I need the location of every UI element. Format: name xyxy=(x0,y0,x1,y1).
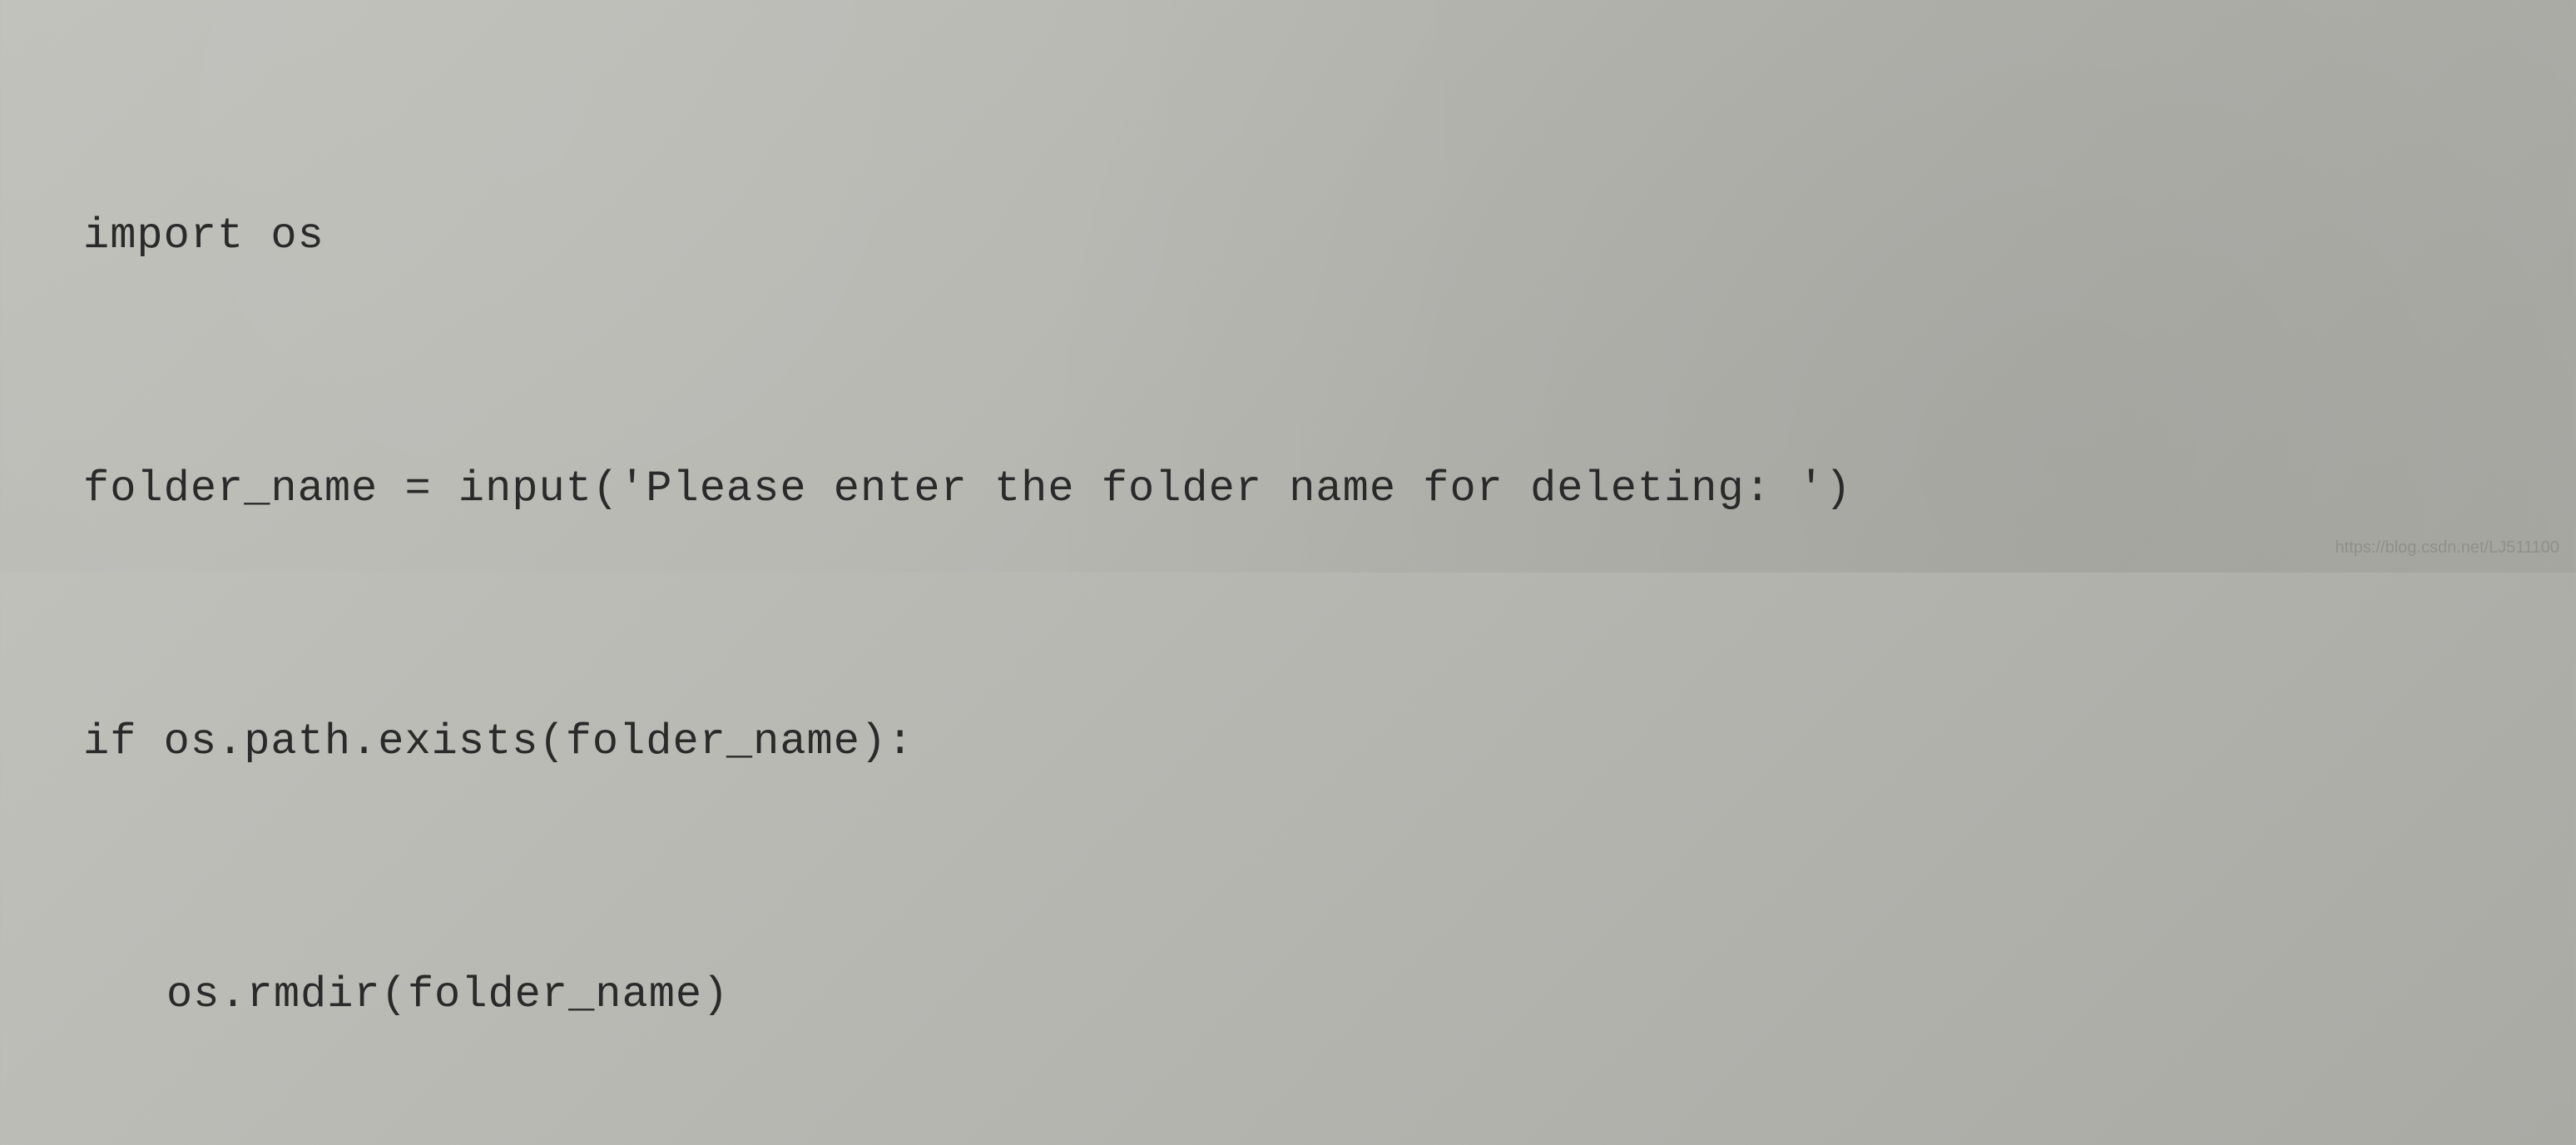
code-block: import os folder_name = input('Please en… xyxy=(83,25,2493,1145)
code-line-3: if os.path.exists(folder_name): xyxy=(83,700,2493,784)
code-line-4: os.rmdir(folder_name) xyxy=(83,953,2493,1037)
code-line-1: import os xyxy=(83,194,2493,278)
watermark-text: https://blog.csdn.net/LJ511100 xyxy=(2336,532,2559,564)
code-line-2: folder_name = input('Please enter the fo… xyxy=(83,447,2493,531)
